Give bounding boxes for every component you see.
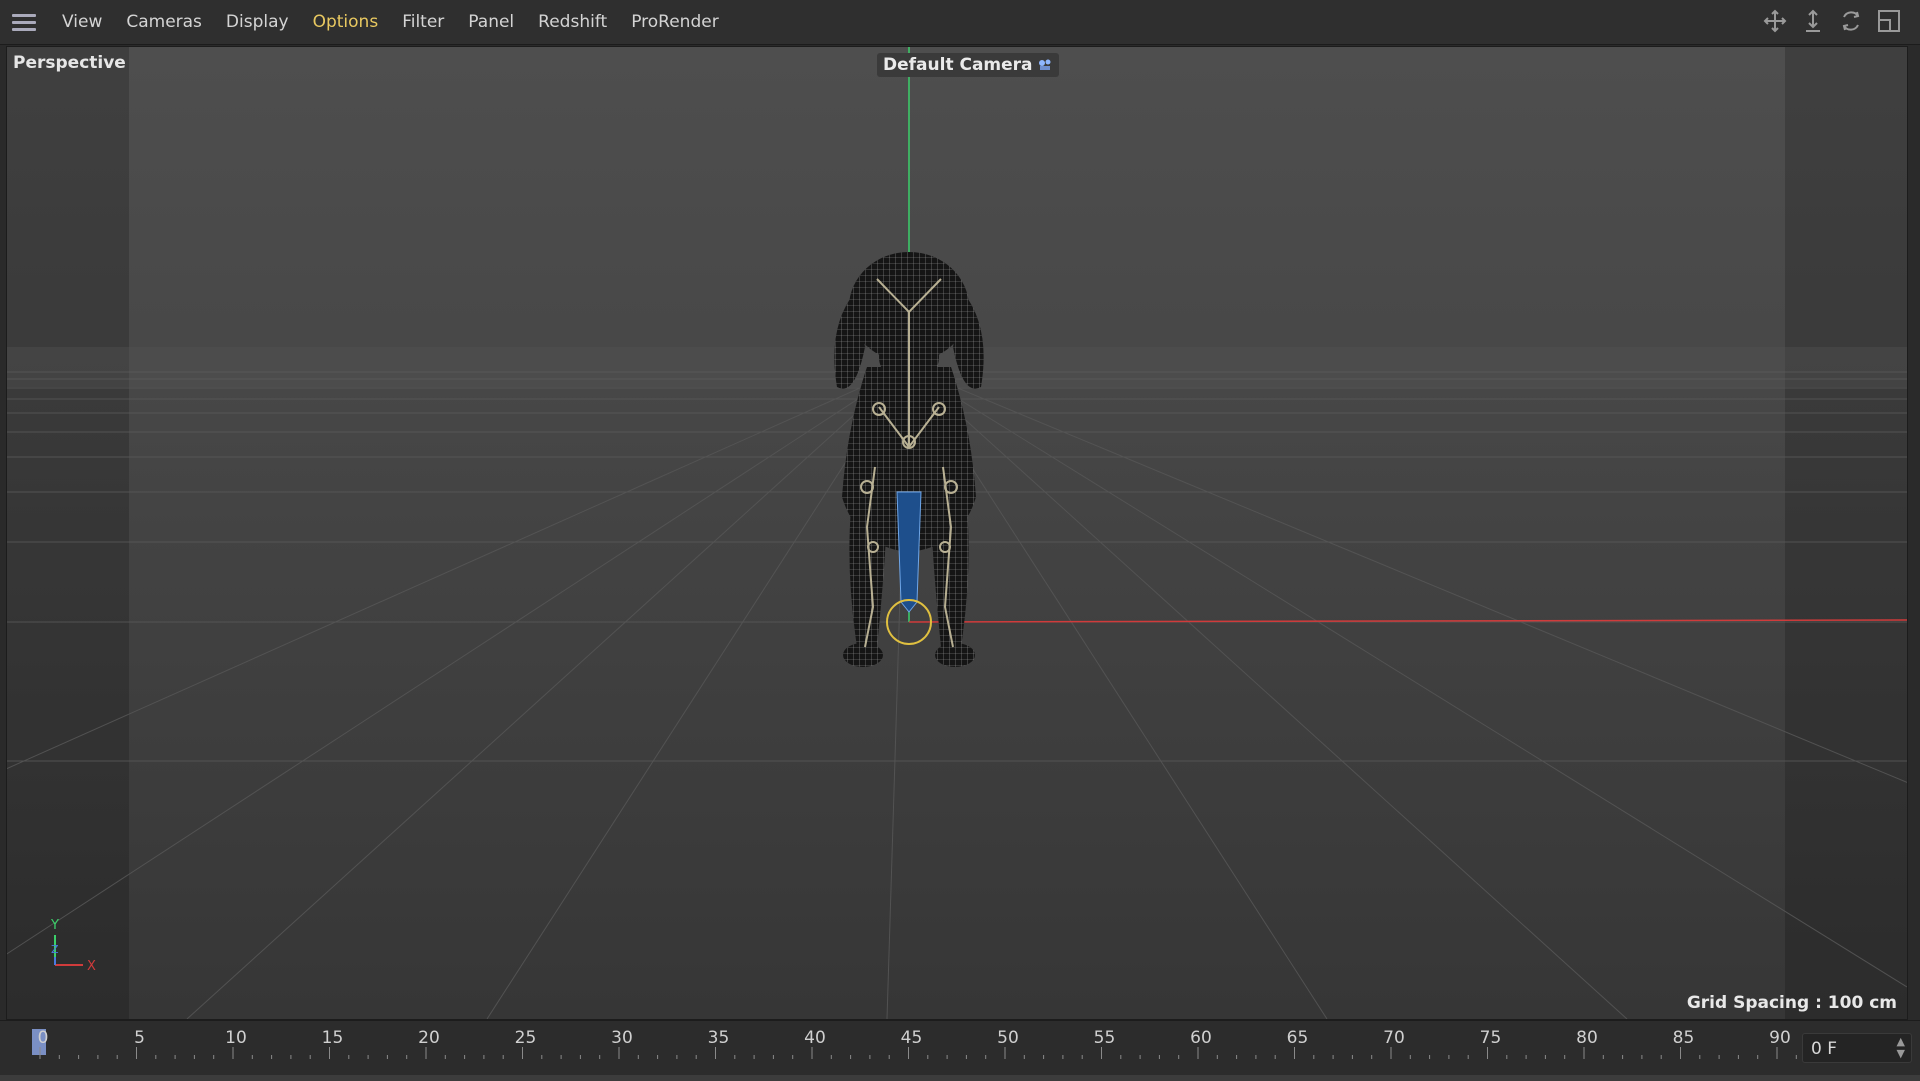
tick-label: 0: [38, 1028, 49, 1048]
tick-label: 50: [997, 1028, 1019, 1048]
timeline-ruler[interactable]: 0 5 10 15 20 25 30 35 40 45 50 55 60 65 70 75 80 85 90 0 F…: [0, 1020, 1920, 1081]
tick-label: 55: [1094, 1028, 1116, 1048]
timeline-ticks: 0 5 10 15 20 25 30 35 40 45 50 55 60 65 70 75 80 85 90: [38, 1028, 1797, 1059]
tick-label: 85: [1673, 1028, 1695, 1048]
axis-x-label: X: [87, 959, 96, 974]
tick-label: 45: [901, 1028, 923, 1048]
tick-label: 70: [1383, 1028, 1405, 1048]
menu-options[interactable]: Options: [301, 0, 391, 44]
tick-label: 20: [418, 1028, 440, 1048]
tick-label: 30: [611, 1028, 633, 1048]
current-frame-value: 0 F: [1811, 1039, 1837, 1059]
tick-label: 60: [1190, 1028, 1212, 1048]
grid-spacing-label: Grid Spacing : 100 cm: [1686, 993, 1897, 1013]
perspective-viewport[interactable]: Perspective Default Camera Grid Spacing …: [6, 46, 1908, 1020]
tick-label: 40: [804, 1028, 826, 1048]
rotate-view-icon[interactable]: [1838, 8, 1864, 34]
dolly-view-icon[interactable]: [1800, 8, 1826, 34]
maximize-view-icon[interactable]: [1876, 8, 1902, 34]
camera-label: Default Camera: [883, 55, 1033, 75]
frame-stepper-icon[interactable]: ▲ ▼: [1897, 1036, 1905, 1060]
menu-view[interactable]: View: [50, 0, 114, 44]
axis-y-label: Y: [50, 918, 59, 933]
tick-label: 10: [225, 1028, 247, 1048]
camera-icon: [1038, 59, 1051, 70]
tick-label: 65: [1287, 1028, 1309, 1048]
move-view-icon[interactable]: [1762, 8, 1788, 34]
menu-cameras[interactable]: Cameras: [114, 0, 214, 44]
menu-panel[interactable]: Panel: [456, 0, 526, 44]
axis-gizmo: Y Z X: [50, 918, 96, 974]
menu-display[interactable]: Display: [214, 0, 301, 44]
current-frame-field[interactable]: 0 F ▲ ▼: [1802, 1033, 1912, 1063]
tick-label: 15: [322, 1028, 344, 1048]
viewport-menubar: View Cameras Display Options Filter Pane…: [0, 0, 1920, 45]
menu-prorender[interactable]: ProRender: [619, 0, 731, 44]
tick-label: 75: [1480, 1028, 1502, 1048]
tick-label: 90: [1769, 1028, 1791, 1048]
dog-wireframe-model: [834, 252, 984, 667]
tick-label: 80: [1576, 1028, 1598, 1048]
viewport-projection-label: Perspective: [13, 53, 126, 73]
camera-selector[interactable]: Default Camera: [877, 53, 1059, 77]
scene-canvas: [7, 47, 1907, 1019]
tick-label: 35: [708, 1028, 730, 1048]
hamburger-menu-icon[interactable]: [12, 8, 40, 36]
menu-filter[interactable]: Filter: [390, 0, 456, 44]
axis-z-label: Z: [51, 943, 59, 956]
bottom-strip: [0, 1075, 1920, 1081]
tick-label: 25: [515, 1028, 537, 1048]
tick-label: 5: [134, 1028, 145, 1048]
view-navigation-icons: [1762, 8, 1902, 34]
menu-redshift[interactable]: Redshift: [526, 0, 619, 44]
